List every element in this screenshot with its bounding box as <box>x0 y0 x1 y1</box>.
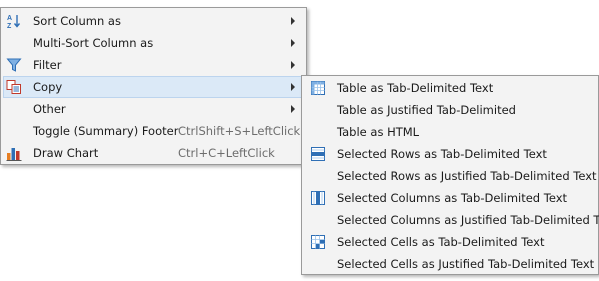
menu-item-sort-column-as[interactable]: A Z Sort Column as <box>3 10 304 32</box>
submenu-item-label: Selected Rows as Justified Tab-Delimited… <box>337 169 597 183</box>
submenu-arrow-icon <box>291 105 295 113</box>
svg-text:Z: Z <box>7 23 12 29</box>
submenu-item-label: Selected Cells as Tab-Delimited Text <box>337 235 545 249</box>
submenu-arrow-icon <box>291 61 295 69</box>
menu-item-draw-chart[interactable]: Draw Chart Ctrl+C+LeftClick <box>3 142 304 164</box>
submenu-item-selected-columns-justified[interactable]: Selected Columns as Justified Tab-Delimi… <box>304 209 599 231</box>
context-menu: A Z Sort Column as Multi-Sort Column as … <box>0 7 307 165</box>
submenu-item-label: Table as Justified Tab-Delimited <box>337 103 516 117</box>
menu-item-shortcut: Ctrl+C+LeftClick <box>178 146 275 160</box>
menu-item-other[interactable]: Other <box>3 98 304 120</box>
menu-item-shortcut: CtrlShift+S+LeftClick <box>178 124 301 138</box>
submenu-item-label: Table as Tab-Delimited Text <box>337 81 494 95</box>
menu-item-label: Sort Column as <box>33 14 121 28</box>
submenu-item-label: Selected Columns as Tab-Delimited Text <box>337 191 568 205</box>
submenu-item-table-justified[interactable]: Table as Justified Tab-Delimited <box>304 99 596 121</box>
submenu-item-table-html[interactable]: Table as HTML <box>304 121 596 143</box>
submenu-arrow-icon <box>291 17 295 25</box>
submenu-arrow-icon <box>291 83 295 91</box>
submenu-item-table-tab-delimited[interactable]: Table as Tab-Delimited Text <box>304 77 596 99</box>
submenu-item-label: Selected Cells as Justified Tab-Delimite… <box>337 257 595 271</box>
sort-az-icon: A Z <box>6 13 22 30</box>
selected-cells-icon <box>310 234 326 250</box>
menu-item-label: Copy <box>33 80 63 94</box>
submenu-item-selected-rows-tab-delimited[interactable]: Selected Rows as Tab-Delimited Text <box>304 143 596 165</box>
submenu-item-label: Selected Rows as Tab-Delimited Text <box>337 147 547 161</box>
menu-item-filter[interactable]: Filter <box>3 54 304 76</box>
selected-columns-icon <box>310 190 326 206</box>
submenu-item-selected-rows-justified[interactable]: Selected Rows as Justified Tab-Delimited… <box>304 165 597 187</box>
table-icon <box>310 80 326 96</box>
submenu-item-selected-columns-tab-delimited[interactable]: Selected Columns as Tab-Delimited Text <box>304 187 596 209</box>
copy-icon <box>6 79 22 95</box>
submenu-item-label: Selected Columns as Justified Tab-Delimi… <box>337 213 599 227</box>
copy-submenu: Table as Tab-Delimited Text Table as Jus… <box>301 75 599 275</box>
menu-item-multi-sort-column-as[interactable]: Multi-Sort Column as <box>3 32 304 54</box>
menu-item-label: Multi-Sort Column as <box>33 36 154 50</box>
submenu-item-label: Table as HTML <box>337 125 420 139</box>
filter-icon <box>6 57 22 73</box>
submenu-item-selected-cells-justified[interactable]: Selected Cells as Justified Tab-Delimite… <box>304 253 596 275</box>
svg-text:A: A <box>7 15 12 22</box>
menu-item-label: Filter <box>33 58 62 72</box>
menu-item-label: Other <box>33 102 66 116</box>
bar-chart-icon <box>6 145 22 161</box>
menu-item-label: Draw Chart <box>33 146 99 160</box>
submenu-arrow-icon <box>291 39 295 47</box>
submenu-item-selected-cells-tab-delimited[interactable]: Selected Cells as Tab-Delimited Text <box>304 231 596 253</box>
menu-item-copy[interactable]: Copy <box>3 76 304 98</box>
menu-item-label: Toggle (Summary) Footer <box>33 124 179 138</box>
menu-item-toggle-summary-footer[interactable]: Toggle (Summary) Footer CtrlShift+S+Left… <box>3 120 304 142</box>
selected-rows-icon <box>310 146 326 162</box>
